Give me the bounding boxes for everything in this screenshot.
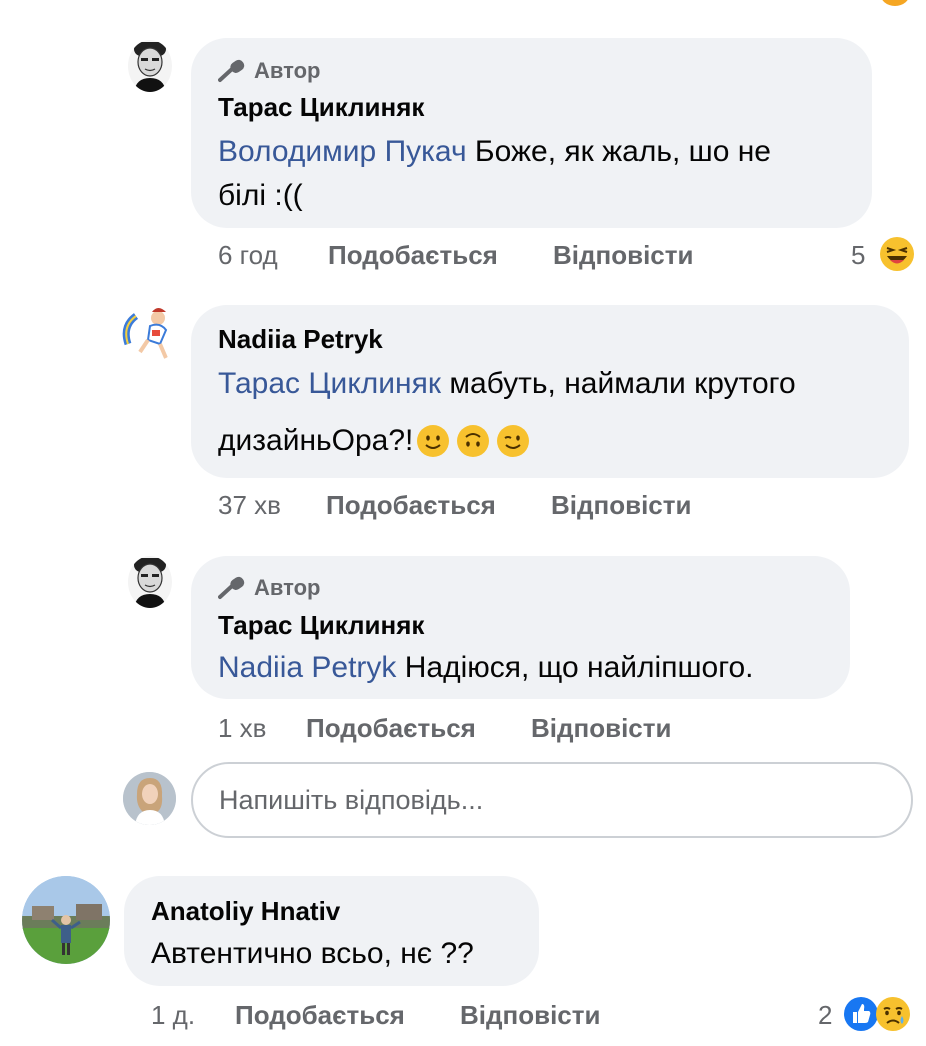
like-icon[interactable] xyxy=(843,996,879,1032)
mention-link[interactable]: Володимир Пукач xyxy=(218,135,467,168)
comment-text: Володимир Пукач Боже, як жаль, шо не біл… xyxy=(218,130,858,218)
mention-link[interactable]: Nadiia Petryk xyxy=(218,651,396,684)
avatar-photo-icon xyxy=(123,772,176,825)
author-badge: Автор xyxy=(218,575,320,601)
comment-text: Nadiia Petryk Надіюся, що найліпшого. xyxy=(218,646,848,690)
comment-text: Тарас Циклиняк мабуть, наймали крутого xyxy=(218,362,908,406)
avatar-photo-icon xyxy=(22,876,110,964)
reaction-count[interactable]: 5 xyxy=(851,240,865,271)
avatar[interactable] xyxy=(128,556,172,608)
avatar-cartoon-icon xyxy=(122,308,168,359)
previous-comment-actions xyxy=(150,0,650,4)
reaction-count[interactable]: 2 xyxy=(818,1000,832,1031)
comment-text: Автентично всьо, нє ?? xyxy=(151,937,474,970)
comment-text-body: Боже, як жаль, шо не xyxy=(466,135,771,168)
author-badge: Автор xyxy=(218,58,320,84)
reply-button[interactable]: Відповісти xyxy=(551,490,691,521)
comment-text-body-2: дизайньОра?! xyxy=(218,424,414,457)
avatar-portrait-icon xyxy=(134,558,166,608)
author-badge-label: Автор xyxy=(254,575,321,600)
like-button[interactable]: Подобається xyxy=(306,713,476,744)
comment-time[interactable]: 1 хв xyxy=(218,713,267,744)
like-button[interactable]: Подобається xyxy=(235,1000,405,1031)
current-user-avatar xyxy=(123,772,176,825)
comment-text-body-2: білі :(( xyxy=(218,179,303,212)
microphone-icon xyxy=(218,59,245,82)
mention-link[interactable]: Тарас Циклиняк xyxy=(218,367,441,400)
commenter-name[interactable]: Тарас Циклиняк xyxy=(218,92,424,123)
laughing-emoji-icon[interactable] xyxy=(879,236,915,272)
reply-button[interactable]: Відповісти xyxy=(460,1000,600,1031)
comment-time[interactable]: 37 хв xyxy=(218,490,281,521)
comment-text-body: Надіюся, що найліпшого. xyxy=(396,651,754,684)
winking-emoji-icon xyxy=(497,425,530,457)
comment-time[interactable]: 1 д. xyxy=(151,1000,195,1031)
sad-emoji-icon[interactable] xyxy=(875,996,911,1032)
comment-text-line-2: дизайньОра?! xyxy=(218,419,908,463)
avatar[interactable] xyxy=(22,876,110,964)
reply-input[interactable] xyxy=(191,762,913,838)
comment-text-body: мабуть, наймали крутого xyxy=(440,367,796,400)
slightly-smiling-emoji-icon xyxy=(417,425,450,457)
reply-button[interactable]: Відповісти xyxy=(553,240,693,271)
previous-comment-reaction-icon xyxy=(880,0,910,6)
reply-button[interactable]: Відповісти xyxy=(531,713,671,744)
commenter-name[interactable]: Anatoliy Hnativ xyxy=(151,896,340,927)
like-button[interactable]: Подобається xyxy=(326,490,496,521)
avatar-portrait-icon xyxy=(134,42,166,92)
commenter-name[interactable]: Тарас Циклиняк xyxy=(218,610,424,641)
avatar[interactable] xyxy=(128,40,172,92)
like-button[interactable]: Подобається xyxy=(328,240,498,271)
upside-down-emoji-icon xyxy=(457,425,490,457)
author-badge-label: Автор xyxy=(254,58,321,83)
commenter-name[interactable]: Nadiia Petryk xyxy=(218,324,383,355)
comment-time[interactable]: 6 год xyxy=(218,240,278,271)
avatar[interactable] xyxy=(120,304,178,364)
microphone-icon xyxy=(218,576,245,599)
